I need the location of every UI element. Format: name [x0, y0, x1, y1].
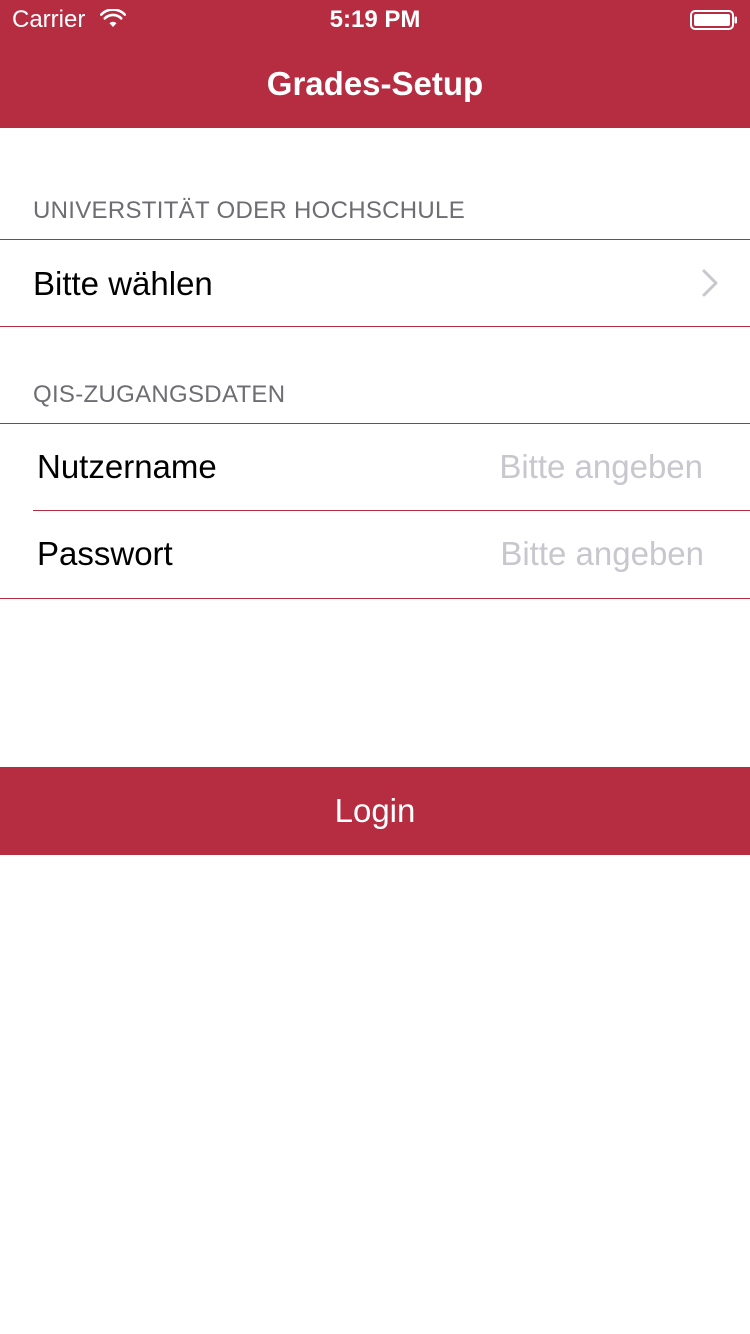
status-bar: Carrier 5:19 PM — [0, 0, 750, 40]
battery-icon — [690, 10, 737, 30]
page-title: Grades-Setup — [266, 65, 484, 102]
divider — [0, 598, 750, 599]
username-label: Nutzername — [37, 448, 217, 485]
username-input[interactable]: Bitte angeben — [499, 447, 703, 487]
institution-select-label: Bitte wählen — [33, 265, 213, 302]
password-label: Passwort — [37, 535, 173, 572]
section-header-credentials: QIS-ZUGANGSDATEN — [33, 381, 286, 408]
password-input[interactable]: Bitte angeben — [500, 534, 704, 574]
section-header-institution: UNIVERSTITÄT ODER HOCHSCHULE — [33, 197, 466, 224]
institution-select-row[interactable]: Bitte wählen — [0, 240, 750, 326]
status-time: 5:19 PM — [329, 6, 421, 33]
navigation-bar: Carrier 5:19 PM Grades-Setup — [0, 0, 750, 128]
login-button[interactable]: Login — [0, 767, 750, 855]
username-field[interactable]: Nutzername Bitte angeben — [0, 424, 750, 510]
chevron-right-icon — [702, 269, 718, 297]
divider — [0, 326, 750, 327]
password-field[interactable]: Passwort Bitte angeben — [0, 511, 750, 598]
